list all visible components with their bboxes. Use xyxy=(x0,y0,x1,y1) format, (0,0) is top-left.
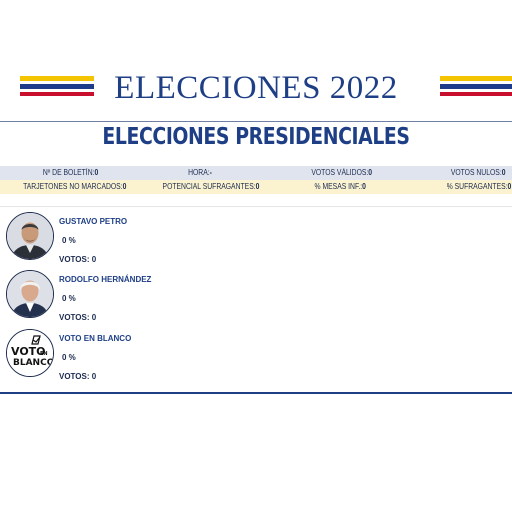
candidate-card-blank-vote: VOTO EN BLANCO VOTO EN BLANCO 0 % VOTOS:… xyxy=(4,329,304,385)
section-title: ELECCIONES PRESIDENCIALES xyxy=(102,124,410,150)
blank-vote-logo: VOTO EN BLANCO xyxy=(6,329,54,377)
blank-logo-line-2: EN xyxy=(40,351,48,357)
stat-bulletin-number: Nº DE BOLETÍN:0 xyxy=(42,168,99,177)
avatar xyxy=(6,212,54,260)
stats-row-secondary: TARJETONES NO MARCADOS:0 POTENCIAL SUFRA… xyxy=(0,180,512,194)
stat-tables-reported: % MESAS INF.:0 xyxy=(314,182,366,191)
candidate-card-hernandez: RODOLFO HERNÁNDEZ 0 % VOTOS: 0 xyxy=(4,270,304,326)
candidate-votes: VOTOS: 0 xyxy=(59,313,97,322)
stat-voter-turnout: % SUFRAGANTES:0 xyxy=(446,182,512,191)
stat-unmarked-ballots: TARJETONES NO MARCADOS:0 xyxy=(23,182,127,191)
candidate-percent: 0 % xyxy=(62,353,76,362)
candidate-name: VOTO EN BLANCO xyxy=(59,334,132,343)
page-title: ELECCIONES 2022 xyxy=(114,70,398,106)
header-divider xyxy=(0,121,512,122)
stats-row-primary: Nº DE BOLETÍN:0 HORA:- VOTOS VÁLIDOS:0 V… xyxy=(0,166,512,180)
candidate-name: RODOLFO HERNÁNDEZ xyxy=(59,275,152,284)
stat-time: HORA:- xyxy=(188,168,212,177)
candidate-card-petro: GUSTAVO PETRO 0 % VOTOS: 0 xyxy=(4,212,304,268)
avatar xyxy=(6,270,54,318)
stat-null-votes: VOTOS NULOS:0 xyxy=(450,168,506,177)
candidate-photo-hernandez xyxy=(7,271,53,317)
candidate-votes: VOTOS: 0 xyxy=(59,372,97,381)
stats-divider xyxy=(0,206,512,207)
stat-valid-votes: VOTOS VÁLIDOS:0 xyxy=(311,168,373,177)
candidate-photo-petro xyxy=(7,213,53,259)
candidate-votes: VOTOS: 0 xyxy=(59,255,97,264)
stat-potential-voters: POTENCIAL SUFRAGANTES:0 xyxy=(162,182,260,191)
candidate-name: GUSTAVO PETRO xyxy=(59,217,128,226)
results-bottom-divider xyxy=(0,392,512,394)
candidate-percent: 0 % xyxy=(62,236,76,245)
ballot-box-icon: VOTO EN BLANCO xyxy=(7,330,53,376)
blank-logo-line-3: BLANCO xyxy=(13,358,53,368)
candidate-percent: 0 % xyxy=(62,294,76,303)
